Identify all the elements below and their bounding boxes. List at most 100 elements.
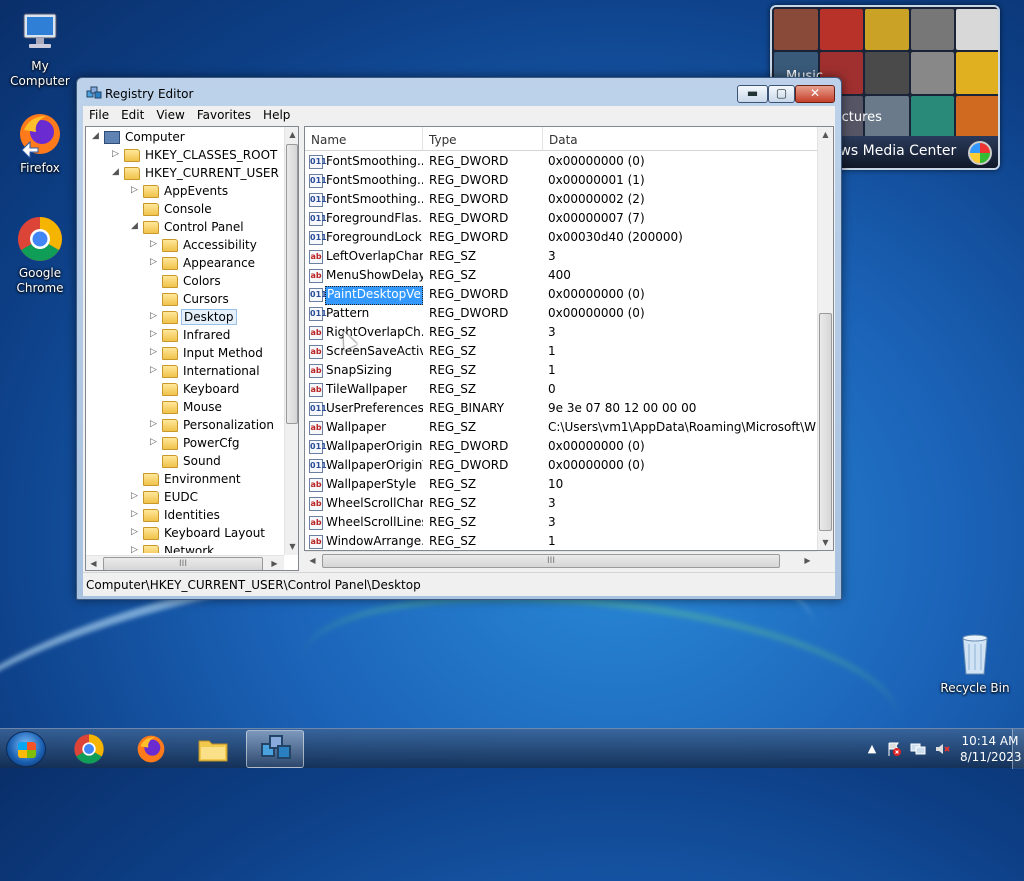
desktop-icon-google-chrome[interactable]: Google Chrome xyxy=(0,215,80,296)
list-item[interactable]: ab WallpaperStyle REG_SZ 10 xyxy=(305,476,817,495)
list-item[interactable]: ab MenuShowDelay REG_SZ 400 xyxy=(305,267,817,286)
expander-arrow-icon[interactable]: ◢ xyxy=(92,132,101,141)
close-button[interactable]: ✕ xyxy=(795,85,835,103)
scroll-down-arrow-icon[interactable]: ▼ xyxy=(818,535,833,550)
expander-arrow-icon[interactable]: ▷ xyxy=(150,312,159,321)
folder-icon xyxy=(143,527,159,540)
expander-arrow-icon[interactable]: ▷ xyxy=(150,420,159,429)
scroll-down-arrow-icon[interactable]: ▼ xyxy=(285,539,298,554)
taskbar-app-chrome[interactable] xyxy=(60,730,118,768)
tree-hscroll-thumb[interactable]: III xyxy=(103,557,263,570)
list-item[interactable]: ab WheelScrollLines REG_SZ 3 xyxy=(305,514,817,533)
taskbar-app-registry-editor[interactable] xyxy=(246,730,304,768)
tree-horizontal-scrollbar[interactable]: ◀ III ▶ xyxy=(86,555,284,570)
value-type: REG_SZ xyxy=(429,344,477,358)
window-title: Registry Editor xyxy=(105,87,194,101)
taskbar-app-file-explorer[interactable] xyxy=(184,730,242,768)
expander-arrow-icon[interactable]: ▷ xyxy=(131,186,140,195)
desktop-icon-recycle-bin[interactable]: Recycle Bin xyxy=(935,630,1015,696)
expander-arrow-icon[interactable]: ▷ xyxy=(150,438,159,447)
expander-arrow-icon[interactable]: ▷ xyxy=(150,366,159,375)
expander-arrow-icon[interactable]: ▷ xyxy=(150,330,159,339)
value-data: C:\Users\vm1\AppData\Roaming\Microsoft\W… xyxy=(548,420,816,434)
title-bar[interactable]: Registry Editor ▬ ▢ ✕ xyxy=(77,78,841,108)
list-item[interactable]: ab TileWallpaper REG_SZ 0 xyxy=(305,381,817,400)
expander-arrow-icon[interactable]: ◢ xyxy=(112,168,121,177)
list-item[interactable]: 011 ForegroundLock... REG_DWORD 0x00030d40 … xyxy=(305,229,817,248)
scroll-right-arrow-icon[interactable]: ▶ xyxy=(800,553,815,568)
desktop-icon-firefox[interactable]: Firefox xyxy=(0,110,80,176)
list-horizontal-scrollbar[interactable]: ◀ III ▶ xyxy=(305,551,817,569)
chrome-icon xyxy=(16,215,64,263)
menu-help[interactable]: Help xyxy=(257,106,296,122)
value-type: REG_SZ xyxy=(429,515,477,529)
list-item[interactable]: 011 WallpaperOriginY REG_DWORD 0x00000000 (… xyxy=(305,457,817,476)
list-item[interactable]: ab WindowArrange... REG_SZ 1 xyxy=(305,533,817,550)
list-item[interactable]: 011 WallpaperOriginX REG_DWORD 0x00000000 (… xyxy=(305,438,817,457)
list-item[interactable]: 011 FontSmoothing... REG_DWORD 0x00000002 (… xyxy=(305,191,817,210)
column-header-data[interactable]: Data xyxy=(543,127,817,151)
expander-arrow-icon[interactable]: ▷ xyxy=(131,528,140,537)
value-name: FontSmoothing... xyxy=(326,192,423,206)
list-item[interactable]: 011UserPreferences... REG_BINARY 9e 3e 07 … xyxy=(305,400,817,419)
menu-view[interactable]: View xyxy=(150,106,190,122)
scroll-left-arrow-icon[interactable]: ◀ xyxy=(305,553,320,568)
scroll-up-arrow-icon[interactable]: ▲ xyxy=(285,127,298,142)
expander-arrow-icon[interactable]: ▷ xyxy=(131,492,140,501)
list-item[interactable]: 011 FontSmoothing... REG_DWORD 0x00000000 (… xyxy=(305,153,817,172)
list-item[interactable]: 011 Pattern REG_DWORD 0x00000000 (0) xyxy=(305,305,817,324)
value-data: 0x00000000 (0) xyxy=(548,439,645,453)
expander-arrow-icon[interactable]: ▷ xyxy=(150,348,159,357)
expander-arrow-icon[interactable]: ▷ xyxy=(131,546,140,554)
tree-vertical-scrollbar[interactable]: ▲ ▼ xyxy=(284,127,298,555)
list-hscroll-thumb[interactable]: III xyxy=(322,554,780,568)
expander-arrow-icon[interactable]: ▷ xyxy=(112,150,121,159)
folder-icon xyxy=(162,455,178,468)
list-item[interactable]: ab RightOverlapCh... REG_SZ 3 xyxy=(305,324,817,343)
volume-muted-icon[interactable] xyxy=(934,741,950,757)
list-item[interactable]: ab LeftOverlapChars REG_SZ 3 xyxy=(305,248,817,267)
list-item[interactable]: 011PaintDesktopVer... REG_DWORD 0x00000000… xyxy=(305,286,817,305)
show-hidden-icons-button[interactable]: ▲ xyxy=(864,741,880,757)
folder-icon xyxy=(162,257,178,270)
values-list[interactable]: Name Type Data 011 FontSmoothing... REG_DW… xyxy=(304,126,834,551)
list-vertical-scrollbar[interactable]: ▲ ▼ xyxy=(817,127,833,550)
value-data: 400 xyxy=(548,268,571,282)
list-scroll-thumb[interactable] xyxy=(819,313,832,531)
expander-arrow-icon[interactable]: ◢ xyxy=(131,222,140,231)
status-path: Computer\HKEY_CURRENT_USER\Control Panel… xyxy=(86,578,421,592)
list-item[interactable]: 011 ForegroundFlas... REG_DWORD 0x00000007 … xyxy=(305,210,817,229)
value-type: REG_SZ xyxy=(429,249,477,263)
clock[interactable]: 10:14 AM 8/11/2023 xyxy=(960,733,1022,765)
list-item[interactable]: ab SnapSizing REG_SZ 1 xyxy=(305,362,817,381)
scroll-up-arrow-icon[interactable]: ▲ xyxy=(818,127,833,142)
binary-value-icon: 011 xyxy=(309,193,327,207)
maximize-button[interactable]: ▢ xyxy=(768,85,795,103)
action-center-flag-icon[interactable] xyxy=(886,741,902,757)
menu-file[interactable]: File xyxy=(83,106,115,122)
minimize-button[interactable]: ▬ xyxy=(737,85,768,103)
menu-edit[interactable]: Edit xyxy=(115,106,150,122)
registry-editor-window[interactable]: Registry Editor ▬ ▢ ✕ File Edit View Favori… xyxy=(76,77,842,600)
expander-arrow-icon[interactable]: ▷ xyxy=(131,510,140,519)
menu-favorites[interactable]: Favorites xyxy=(191,106,257,122)
start-button[interactable] xyxy=(6,731,46,767)
tree-scroll-thumb[interactable] xyxy=(286,144,298,424)
expander-arrow-icon[interactable]: ▷ xyxy=(150,240,159,249)
list-item[interactable]: ab WheelScrollChars REG_SZ 3 xyxy=(305,495,817,514)
registry-tree[interactable]: ◢ Computer ▷ HKEY_CLASSES_ROOT ◢ HKEY_CURRENT… xyxy=(85,126,299,571)
list-item[interactable]: ab Wallpaper REG_SZ C:\Users\vm1\AppData\Ro… xyxy=(305,419,817,438)
desktop-icon-my-computer[interactable]: My Computer xyxy=(0,8,80,89)
show-desktop-button[interactable] xyxy=(1012,729,1024,769)
scroll-left-arrow-icon[interactable]: ◀ xyxy=(86,556,101,570)
value-type: REG_SZ xyxy=(429,496,477,510)
taskbar-app-firefox[interactable] xyxy=(122,730,180,768)
column-header-type[interactable]: Type xyxy=(423,127,543,151)
expander-arrow-icon[interactable]: ▷ xyxy=(150,258,159,267)
value-data: 0x00030d40 (200000) xyxy=(548,230,683,244)
list-item[interactable]: abScreenSaveActive REG_SZ 1 xyxy=(305,343,817,362)
list-item[interactable]: 011 FontSmoothing... REG_DWORD 0x00000001 (… xyxy=(305,172,817,191)
network-icon[interactable] xyxy=(910,741,926,757)
scroll-right-arrow-icon[interactable]: ▶ xyxy=(267,556,282,570)
column-header-name[interactable]: Name xyxy=(305,127,423,151)
